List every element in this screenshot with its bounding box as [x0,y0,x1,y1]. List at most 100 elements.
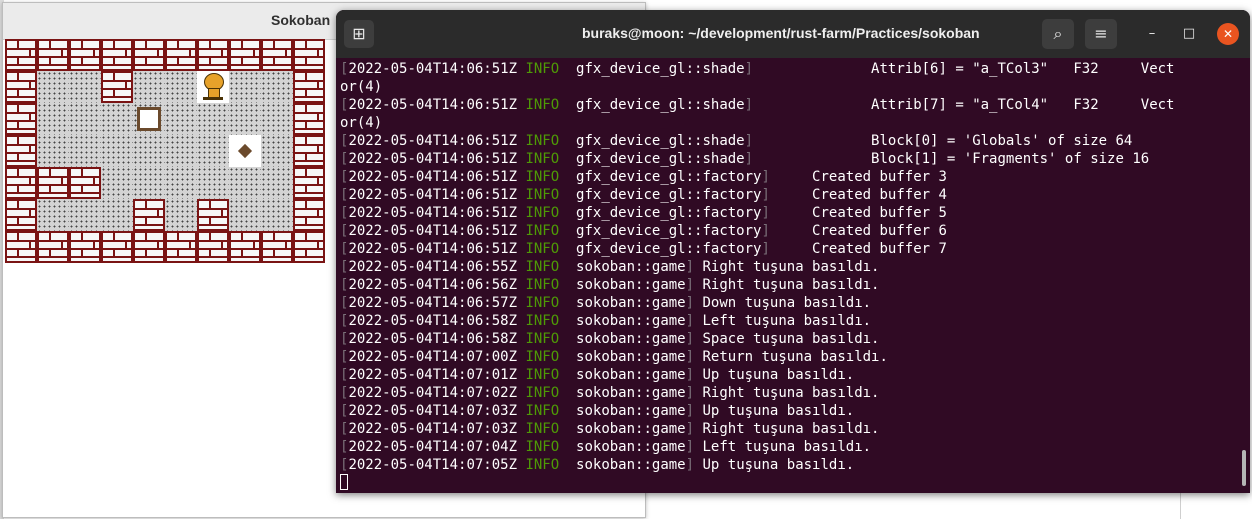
wall-tile [5,103,37,135]
log-target: gfx_device_gl::factory [576,205,762,221]
log-timestamp: 2022-05-04T14:06:51Z [348,133,518,149]
wall-tile [133,199,165,231]
log-target: gfx_device_gl::factory [576,241,762,257]
log-bracket-close: ] [685,349,695,365]
log-target: sokoban::game [576,331,686,347]
log-timestamp: 2022-05-04T14:07:05Z [348,457,518,473]
log-line: [2022-05-04T14:06:51Z INFO gfx_device_gl… [340,168,1240,186]
log-level: INFO [525,439,560,455]
wall-tile [165,39,197,71]
log-line: or(4) [340,114,1240,132]
log-target: sokoban::game [576,403,686,419]
log-message: Attrib[7] = "a_TCol4" F32 Vect [753,97,1175,113]
log-bracket-close: ] [685,259,695,275]
log-bracket-close: ] [685,277,695,293]
floor-tile [229,103,261,135]
floor-tile [261,199,293,231]
log-target: sokoban::game [576,349,686,365]
terminal-window[interactable]: ⊞ buraks@moon: ~/development/rust-farm/P… [336,10,1250,493]
wall-tile [133,231,165,263]
log-target: gfx_device_gl::factory [576,169,762,185]
wall-tile [133,39,165,71]
log-line: [2022-05-04T14:06:51Z INFO gfx_device_gl… [340,132,1240,150]
log-bracket-close: ] [761,169,770,185]
log-level: INFO [525,61,560,77]
floor-tile [229,71,261,103]
terminal-titlebar[interactable]: ⊞ buraks@moon: ~/development/rust-farm/P… [336,10,1250,58]
log-level: INFO [525,313,560,329]
log-level: INFO [525,331,560,347]
minimize-button[interactable]: – [1142,24,1162,44]
log-target: sokoban::game [576,439,686,455]
log-line: [2022-05-04T14:06:51Z INFO gfx_device_gl… [340,240,1240,258]
log-level: INFO [525,349,560,365]
floor-tile [197,167,229,199]
log-level: INFO [525,367,560,383]
log-timestamp: 2022-05-04T14:06:51Z [348,241,518,257]
search-button[interactable]: ⌕ [1042,19,1074,49]
log-bracket-close: ] [761,205,770,221]
log-target: gfx_device_gl::shade [576,133,745,149]
log-level: INFO [525,133,560,149]
log-timestamp: 2022-05-04T14:07:03Z [348,421,518,437]
log-line: [2022-05-04T14:06:51Z INFO gfx_device_gl… [340,150,1240,168]
log-message: Space tuşuna basıldı. [694,331,880,347]
wall-tile [101,71,133,103]
log-message: Return tuşuna basıldı. [694,349,888,365]
wall-tile [293,167,325,199]
log-bracket-close: ] [744,61,754,77]
log-message: Right tuşuna basıldı. [694,421,880,437]
floor-tile [229,199,261,231]
log-line: [2022-05-04T14:07:04Z INFO sokoban::game… [340,438,1240,456]
log-target: sokoban::game [576,421,686,437]
log-level: INFO [525,421,560,437]
wall-tile [197,39,229,71]
terminal-window-title: buraks@moon: ~/development/rust-farm/Pra… [582,25,980,41]
floor-tile [261,71,293,103]
log-level: INFO [525,457,560,473]
log-message: Right tuşuna basıldı. [694,277,880,293]
floor-tile [165,199,197,231]
log-level: INFO [525,223,560,239]
log-level: INFO [525,277,560,293]
wall-tile [165,231,197,263]
wall-tile [5,231,37,263]
log-bracket-close: ] [685,439,695,455]
minimize-icon: – [1148,26,1156,41]
log-message: Right tuşuna basıldı. [694,385,880,401]
sokoban-board[interactable] [5,39,325,263]
maximize-button[interactable]: □ [1179,24,1199,44]
log-target: sokoban::game [576,367,686,383]
log-message: Up tuşuna basıldı. [694,457,855,473]
log-level: INFO [525,241,560,257]
wall-tile [229,231,261,263]
log-timestamp: 2022-05-04T14:06:51Z [348,97,518,113]
terminal-scrollbar[interactable] [1242,450,1246,486]
log-timestamp: 2022-05-04T14:06:51Z [348,61,518,77]
log-level: INFO [525,403,560,419]
log-bracket-close: ] [685,457,695,473]
wall-tile [293,103,325,135]
log-line: [2022-05-04T14:06:56Z INFO sokoban::game… [340,276,1240,294]
log-line: [2022-05-04T14:06:51Z INFO gfx_device_gl… [340,222,1240,240]
floor-tile [101,167,133,199]
close-button[interactable]: ✕ [1217,23,1239,45]
log-bracket-close: ] [761,223,770,239]
log-message: Right tuşuna basıldı. [694,259,880,275]
floor-tile [69,71,101,103]
floor-tile [37,71,69,103]
log-line: [2022-05-04T14:07:03Z INFO sokoban::game… [340,402,1240,420]
log-target: sokoban::game [576,385,686,401]
log-bracket-close: ] [761,187,770,203]
floor-tile [165,71,197,103]
log-message: Created buffer 7 [769,241,947,257]
terminal-output[interactable]: [2022-05-04T14:06:51Z INFO gfx_device_gl… [340,60,1240,490]
new-tab-button[interactable]: ⊞ [344,20,374,48]
menu-button[interactable]: ≡ [1085,19,1117,49]
text-cursor [340,474,348,490]
sokoban-window-title: Sokoban [271,12,331,28]
log-timestamp: 2022-05-04T14:06:51Z [348,169,518,185]
prompt-line[interactable] [340,474,1240,492]
log-level: INFO [525,205,560,221]
log-level: INFO [525,385,560,401]
